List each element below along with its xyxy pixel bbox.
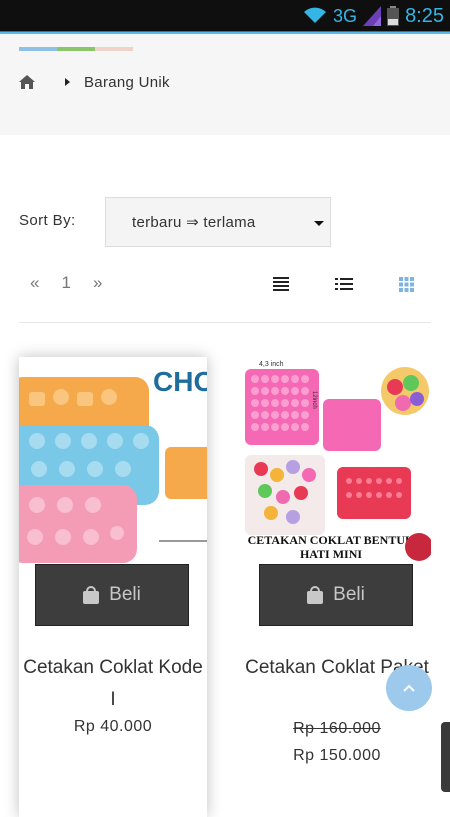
sort-selected-value: terbaru ⇒ terlama	[132, 214, 256, 231]
status-icons: 3G 8:25	[303, 4, 444, 28]
stripe-blue	[19, 47, 57, 51]
signal-icon	[363, 6, 382, 26]
scroll-handle[interactable]	[441, 722, 450, 792]
product-image[interactable]: 4,3 inch 12inch CETAKAN COKLAT BENTUK HA…	[243, 357, 431, 569]
sort-select[interactable]: terbaru ⇒ terlama	[105, 197, 331, 247]
buy-button[interactable]: Beli	[259, 564, 413, 626]
chevron-up-icon	[403, 684, 415, 692]
shopping-bag-icon	[83, 586, 100, 604]
buy-button-label: Beli	[109, 584, 141, 605]
next-page-link[interactable]: »	[93, 273, 102, 293]
product-image-dim: 4,3 inch	[259, 361, 284, 368]
stripe-green	[57, 47, 95, 51]
battery-icon	[387, 6, 400, 26]
product-image[interactable]: CHOC	[19, 357, 207, 569]
caret-down-icon	[314, 221, 324, 226]
list-icon[interactable]	[335, 278, 353, 290]
home-icon[interactable]	[19, 75, 35, 89]
product-image-dim2: 12inch	[311, 391, 317, 409]
chevron-right-icon	[65, 78, 70, 86]
status-bar: 3G 8:25	[0, 0, 450, 32]
network-label: 3G	[333, 5, 358, 26]
back-to-top-button[interactable]	[386, 665, 432, 711]
wifi-icon	[304, 7, 327, 23]
align-justify-icon[interactable]	[273, 277, 289, 291]
grid-icon[interactable]	[399, 277, 414, 292]
pagination: « 1 »	[30, 273, 102, 293]
product-title[interactable]: Cetakan Coklat Kode I	[19, 652, 207, 716]
shopping-bag-icon	[307, 586, 324, 604]
prev-page-link[interactable]: «	[30, 273, 39, 293]
clock: 8:25	[405, 4, 444, 27]
product-image-text: CHOC	[153, 366, 207, 397]
breadcrumb-current[interactable]: Barang Unik	[84, 74, 170, 91]
product-old-price: Rp 160.000	[293, 720, 381, 737]
buy-button[interactable]: Beli	[35, 564, 189, 626]
page-header: Barang Unik	[0, 34, 450, 135]
sort-label: Sort By:	[19, 212, 76, 229]
product-image-caption: CETAKAN COKLAT BENTUK HATI MINI	[247, 533, 415, 561]
product-price: Rp 150.000	[293, 747, 381, 764]
stripe-pink	[95, 47, 133, 51]
buy-button-label: Beli	[333, 584, 365, 605]
product-card[interactable]: CHOC Beli Cetakan Coklat Kode I Rp 40.00…	[19, 357, 207, 817]
product-card[interactable]: 4,3 inch 12inch CETAKAN COKLAT BENTUK HA…	[243, 357, 431, 817]
product-price: Rp 40.000	[73, 718, 153, 735]
page-number[interactable]: 1	[61, 273, 70, 293]
color-stripes	[19, 47, 133, 51]
divider	[19, 322, 431, 323]
breadcrumb: Barang Unik	[19, 72, 170, 92]
